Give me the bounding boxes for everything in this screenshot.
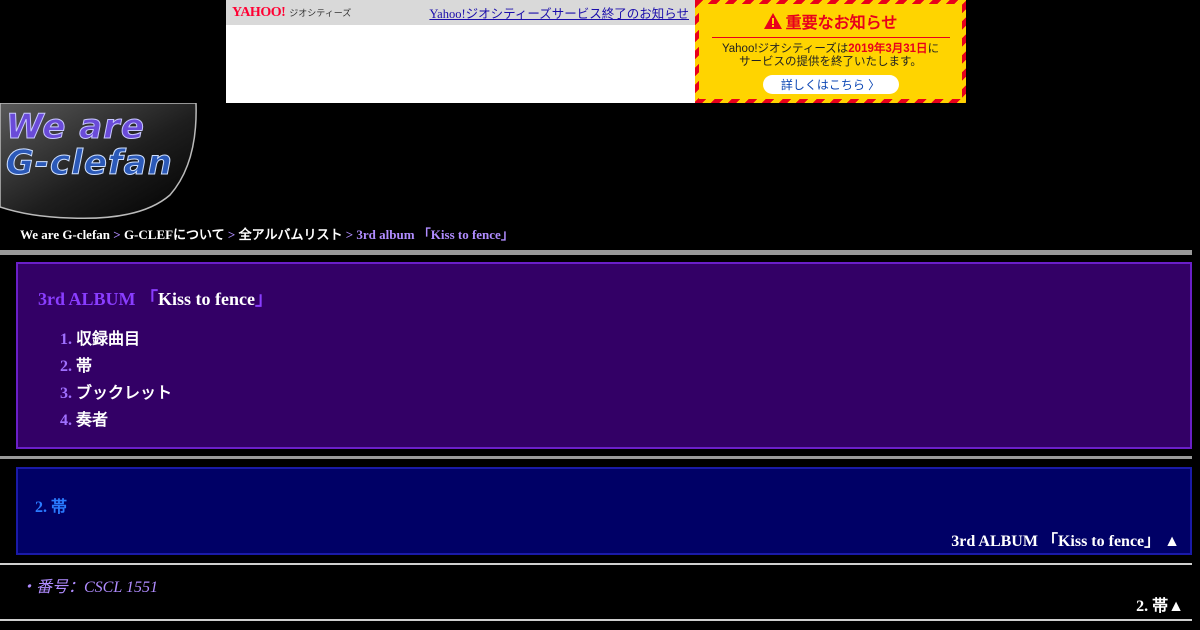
catalog-number: ・番号：CSCL 1551: [20, 579, 158, 596]
service-end-link[interactable]: Yahoo!ジオシティーズサービス終了のお知らせ: [429, 3, 689, 22]
quote-open: 「: [140, 289, 159, 309]
toc-item-booklet[interactable]: 3. ブックレット: [60, 379, 172, 406]
toc-num: 3.: [60, 385, 72, 402]
toc-num: 4.: [60, 412, 72, 429]
notice-title-text: 重要なお知らせ: [785, 15, 898, 32]
toc-num: 2.: [60, 358, 72, 375]
breadcrumb-current: 3rd album 「Kiss to fence」: [356, 227, 514, 242]
details-button[interactable]: 詳しくはこちら 〉: [762, 75, 899, 94]
breadcrumb-separator: >: [227, 227, 236, 242]
back-to-section-link[interactable]: 2. 帯▲: [1136, 592, 1184, 616]
divider: [0, 250, 1192, 255]
breadcrumb-home[interactable]: We are G-clefan: [20, 227, 110, 242]
notice-title: 重要なお知らせ: [763, 9, 898, 33]
breadcrumb-separator: >: [345, 227, 354, 242]
back-to-top-link[interactable]: 3rd ALBUM 「Kiss to fence」 ▲: [951, 527, 1180, 551]
toc-item-obi[interactable]: 2. 帯: [60, 352, 172, 379]
divider: [0, 456, 1192, 459]
section-obi-box: 2. 帯 3rd ALBUM 「Kiss to fence」 ▲: [16, 467, 1192, 555]
notice-inner: 重要なお知らせ Yahoo!ジオシティーズは2019年3月31日に サービスの提…: [699, 4, 962, 99]
banner-bar: YAHOO! ジオシティーズ Yahoo!ジオシティーズサービス終了のお知らせ: [226, 0, 695, 25]
yahoo-japan-logo: YAHOO! ジオシティーズ: [232, 4, 352, 20]
album-title: 3rd ALBUM 「Kiss to fence」: [38, 285, 273, 311]
breadcrumb: We are G-clefan > G-CLEFについて > 全アルバムリスト …: [20, 224, 514, 243]
important-notice-panel[interactable]: 重要なお知らせ Yahoo!ジオシティーズは2019年3月31日に サービスの提…: [695, 0, 966, 103]
geocities-banner: YAHOO! ジオシティーズ Yahoo!ジオシティーズサービス終了のお知らせ …: [226, 0, 966, 103]
warning-icon: [763, 13, 782, 29]
breadcrumb-album-list[interactable]: 全アルバムリスト: [239, 227, 343, 242]
divider: [0, 563, 1192, 565]
site-logo[interactable]: We are G-clefan: [0, 103, 200, 221]
breadcrumb-separator: >: [113, 227, 121, 242]
album-title-prefix: 3rd ALBUM: [38, 289, 136, 309]
toc-label[interactable]: 奏者: [76, 412, 108, 429]
toc-item-players[interactable]: 4. 奏者: [60, 406, 172, 433]
logo-line1: We are: [6, 107, 145, 148]
notice-text: Yahoo!ジオシティーズは2019年3月31日に サービスの提供を終了いたしま…: [722, 43, 939, 69]
geocities-label: ジオシティーズ: [289, 8, 352, 18]
banner-left-panel: YAHOO! ジオシティーズ Yahoo!ジオシティーズサービス終了のお知らせ: [226, 0, 695, 103]
section-title: 2. 帯: [35, 499, 68, 516]
quote-close: 」: [255, 289, 273, 309]
notice-line2: サービスの提供を終了いたします。: [739, 56, 922, 68]
yahoo-logo-text: YAHOO!: [232, 4, 286, 20]
toc-label[interactable]: ブックレット: [76, 385, 172, 402]
notice-date: 2019年3月31日: [848, 43, 928, 55]
album-toc-box: 3rd ALBUM 「Kiss to fence」 1. 収録曲目 2. 帯 3. ブ…: [16, 262, 1192, 449]
toc-list: 1. 収録曲目 2. 帯 3. ブックレット 4. 奏者: [60, 325, 172, 433]
toc-label[interactable]: 収録曲目: [76, 331, 140, 348]
logo-line2: G-clefan: [6, 143, 173, 184]
notice-line1-pre: Yahoo!ジオシティーズは: [721, 43, 849, 55]
notice-divider: [711, 37, 950, 38]
breadcrumb-about[interactable]: G-CLEFについて: [124, 227, 225, 242]
album-name: Kiss to fence: [158, 289, 255, 309]
notice-line1-post: に: [927, 43, 940, 55]
divider: [0, 619, 1192, 621]
toc-num: 1.: [60, 331, 72, 348]
toc-item-tracks[interactable]: 1. 収録曲目: [60, 325, 172, 352]
toc-label[interactable]: 帯: [76, 358, 92, 375]
